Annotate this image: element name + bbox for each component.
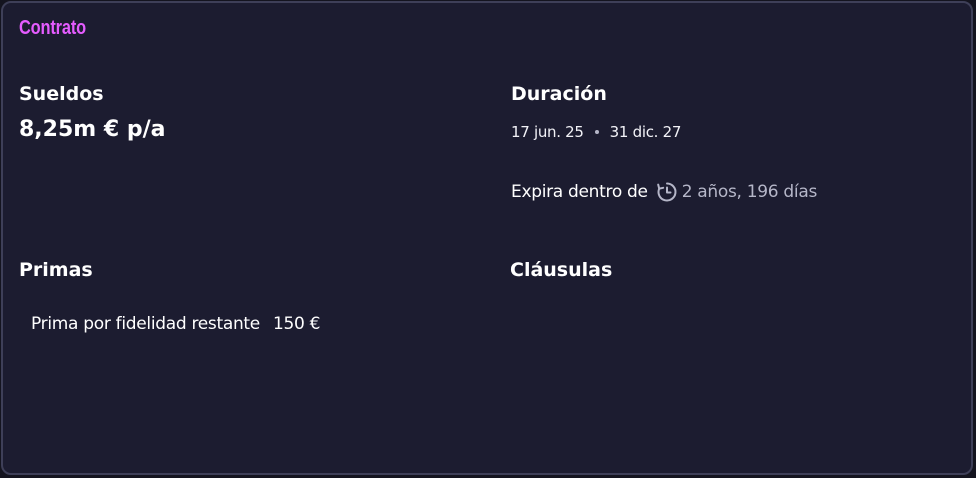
salary-value: 8,25m € p/a	[19, 117, 166, 142]
bonus-name: Prima por fidelidad restante	[31, 314, 260, 334]
expiry-label: Expira dentro de	[511, 182, 648, 202]
bonus-value: 150 €	[272, 314, 321, 334]
salary-label: Sueldos	[19, 83, 104, 105]
bonuses-label: Primas	[19, 259, 93, 281]
duration-label: Duración	[511, 83, 607, 105]
clock-icon	[656, 182, 677, 202]
contract-panel: Contrato Sueldos 8,25m € p/a Duración 17…	[1, 1, 973, 475]
panel-title: Contrato	[19, 17, 87, 39]
clauses-label: Cláusulas	[510, 259, 613, 281]
bonus-row: Prima por fidelidad restante 150 €	[31, 314, 320, 334]
expiry-remaining: 2 años, 196 días	[681, 182, 818, 202]
start-date: 17 jun. 25	[511, 123, 584, 141]
end-date: 31 dic. 27	[609, 123, 682, 141]
separator-dot	[594, 130, 599, 134]
contract-dates: 17 jun. 25 31 dic. 27	[511, 123, 681, 141]
expiry-row: Expira dentro de 2 años, 196 días	[511, 181, 817, 203]
